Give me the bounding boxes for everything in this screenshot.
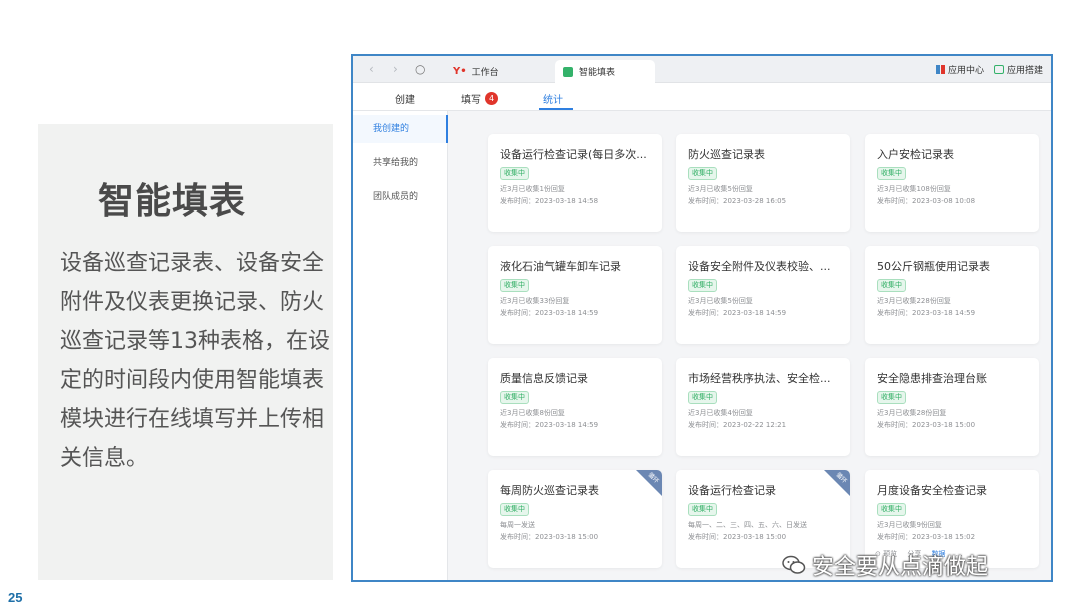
card-publish-time: 发布时间：2023-03-18 15:00: [688, 533, 787, 541]
status-badge: 收集中: [877, 167, 906, 180]
sidebar-item-shared-with-me[interactable]: 共享给我的: [353, 149, 448, 177]
card-publish-time: 发布时间：2023-03-18 14:58: [500, 197, 599, 205]
card-publish-time: 发布时间：2023-02-22 12:21: [688, 421, 787, 429]
card-publish-time: 发布时间：2023-03-18 14:59: [688, 309, 787, 317]
card-publish-time: 发布时间：2023-03-18 15:00: [500, 533, 599, 541]
form-card[interactable]: 设备安全附件及仪表校验、... 收集中 近3月已收集5份回复 发布时间：2023…: [676, 246, 850, 344]
status-badge: 收集中: [688, 279, 717, 292]
card-title: 防火巡查记录表: [688, 148, 765, 161]
card-response-count: 近3月已收集33份回复: [500, 297, 570, 305]
status-badge: 收集中: [877, 503, 906, 516]
form-card[interactable]: 入户安检记录表 收集中 近3月已收集108份回复 发布时间：2023-03-08…: [865, 134, 1039, 232]
workbench-logo-icon: Y•: [453, 66, 467, 77]
app-builder-label: 应用搭建: [1007, 66, 1044, 76]
form-card[interactable]: 50公斤钢瓶使用记录表 收集中 近3月已收集228份回复 发布时间：2023-0…: [865, 246, 1039, 344]
tab-workbench-label: 工作台: [471, 68, 499, 78]
form-card[interactable]: 液化石油气罐车卸车记录 收集中 近3月已收集33份回复 发布时间：2023-03…: [488, 246, 662, 344]
wechat-watermark: 安全要从点滴做起: [782, 549, 988, 581]
top-tabs: 创建 填写 4 统计: [353, 83, 1051, 111]
tab-workbench[interactable]: Y• 工作台: [445, 60, 545, 83]
intro-panel: 智能填表 设备巡查记录表、设备安全附件及仪表更换记录、防火巡查记录等13种表格，…: [38, 124, 333, 580]
status-badge: 收集中: [688, 391, 717, 404]
slide: 智能填表 设备巡查记录表、设备安全附件及仪表更换记录、防火巡查记录等13种表格，…: [0, 0, 1080, 614]
app-window: ‹ › ○ Y• 工作台 智能填表 应用中心 应用搭建 创建 填写 4 统计 我…: [351, 54, 1053, 582]
form-card[interactable]: 市场经营秩序执法、安全检... 收集中 近3月已收集4份回复 发布时间：2023…: [676, 358, 850, 456]
card-title: 市场经营秩序执法、安全检...: [688, 372, 831, 385]
status-badge: 收集中: [688, 503, 717, 516]
card-response-count: 近3月已收集108份回复: [877, 185, 951, 193]
card-publish-time: 发布时间：2023-03-28 16:05: [688, 197, 787, 205]
status-badge: 收集中: [877, 279, 906, 292]
sidebar-item-team-members[interactable]: 团队成员的: [353, 183, 448, 211]
card-publish-time: 发布时间：2023-03-18 15:02: [877, 533, 976, 541]
card-schedule: 每周一、二、三、四、五、六、日发送: [688, 521, 807, 529]
card-title: 液化石油气罐车卸车记录: [500, 260, 621, 273]
app-center-label: 应用中心: [948, 66, 985, 76]
form-card[interactable]: 质量信息反馈记录 收集中 近3月已收集8份回复 发布时间：2023-03-18 …: [488, 358, 662, 456]
card-response-count: 近3月已收集28份回复: [877, 409, 947, 417]
sidebar: 我创建的 共享给我的 团队成员的: [353, 111, 448, 580]
card-title: 设备运行检查记录(每日多次...: [500, 148, 647, 161]
back-button[interactable]: ‹: [369, 62, 374, 76]
forward-button[interactable]: ›: [393, 62, 398, 76]
card-title: 设备运行检查记录: [688, 484, 776, 497]
card-publish-time: 发布时间：2023-03-18 14:59: [877, 309, 976, 317]
page-number: 25: [8, 590, 23, 605]
tab-fill-label: 填写: [461, 95, 481, 106]
tab-create[interactable]: 创建: [395, 91, 415, 106]
active-tab-indicator: [539, 108, 573, 110]
window-titlebar: ‹ › ○ Y• 工作台 智能填表 应用中心 应用搭建: [353, 56, 1051, 83]
fill-count-badge: 4: [485, 92, 498, 105]
status-badge: 收集中: [500, 167, 529, 180]
card-response-count: 近3月已收集5份回复: [688, 185, 753, 193]
card-title: 设备安全附件及仪表校验、...: [688, 260, 831, 273]
card-title: 入户安检记录表: [877, 148, 954, 161]
tab-stats[interactable]: 统计: [543, 91, 563, 106]
card-response-count: 近3月已收集4份回复: [688, 409, 753, 417]
card-title: 质量信息反馈记录: [500, 372, 588, 385]
tab-smart-form[interactable]: 智能填表: [555, 60, 655, 83]
status-badge: 收集中: [500, 279, 529, 292]
form-card[interactable]: 安全隐患排查治理台账 收集中 近3月已收集28份回复 发布时间：2023-03-…: [865, 358, 1039, 456]
card-publish-time: 发布时间：2023-03-18 14:59: [500, 421, 599, 429]
card-title: 50公斤钢瓶使用记录表: [877, 260, 990, 273]
card-title: 安全隐患排查治理台账: [877, 372, 987, 385]
app-grid-icon: [936, 65, 945, 74]
slide-title: 智能填表: [98, 181, 247, 222]
tab-smart-form-label: 智能填表: [579, 68, 616, 78]
watermark-text: 安全要从点滴做起: [812, 555, 989, 580]
card-response-count: 近3月已收集228份回复: [877, 297, 951, 305]
form-card[interactable]: 设备运行检查记录(每日多次... 收集中 近3月已收集1份回复 发布时间：202…: [488, 134, 662, 232]
tab-fill[interactable]: 填写 4: [461, 91, 498, 106]
card-publish-time: 发布时间：2023-03-08 10:08: [877, 197, 976, 205]
wechat-icon: [782, 555, 806, 574]
card-publish-time: 发布时间：2023-03-18 14:59: [500, 309, 599, 317]
card-publish-time: 发布时间：2023-03-18 15:00: [877, 421, 976, 429]
app-center-button[interactable]: 应用中心: [936, 63, 984, 76]
status-badge: 收集中: [500, 391, 529, 404]
app-builder-button[interactable]: 应用搭建: [994, 63, 1043, 76]
card-response-count: 近3月已收集8份回复: [500, 409, 565, 417]
form-card[interactable]: 防火巡查记录表 收集中 近3月已收集5份回复 发布时间：2023-03-28 1…: [676, 134, 850, 232]
sidebar-item-created-by-me[interactable]: 我创建的: [353, 115, 448, 143]
app-builder-icon: [994, 65, 1004, 74]
form-card[interactable]: 循环 每周防火巡查记录表 收集中 每周一发送 发布时间：2023-03-18 1…: [488, 470, 662, 568]
card-schedule: 每周一发送: [500, 521, 535, 529]
refresh-icon[interactable]: ○: [415, 62, 425, 76]
status-badge: 收集中: [500, 503, 529, 516]
card-response-count: 近3月已收集1份回复: [500, 185, 565, 193]
slide-description: 设备巡查记录表、设备安全附件及仪表更换记录、防火巡查记录等13种表格，在设定的时…: [60, 251, 330, 471]
card-title: 月度设备安全检查记录: [877, 484, 987, 497]
card-response-count: 近3月已收集5份回复: [688, 297, 753, 305]
smart-form-icon: [563, 66, 573, 77]
card-title: 每周防火巡查记录表: [500, 484, 599, 497]
card-response-count: 近3月已收集9份回复: [877, 521, 942, 529]
status-badge: 收集中: [877, 391, 906, 404]
status-badge: 收集中: [688, 167, 717, 180]
